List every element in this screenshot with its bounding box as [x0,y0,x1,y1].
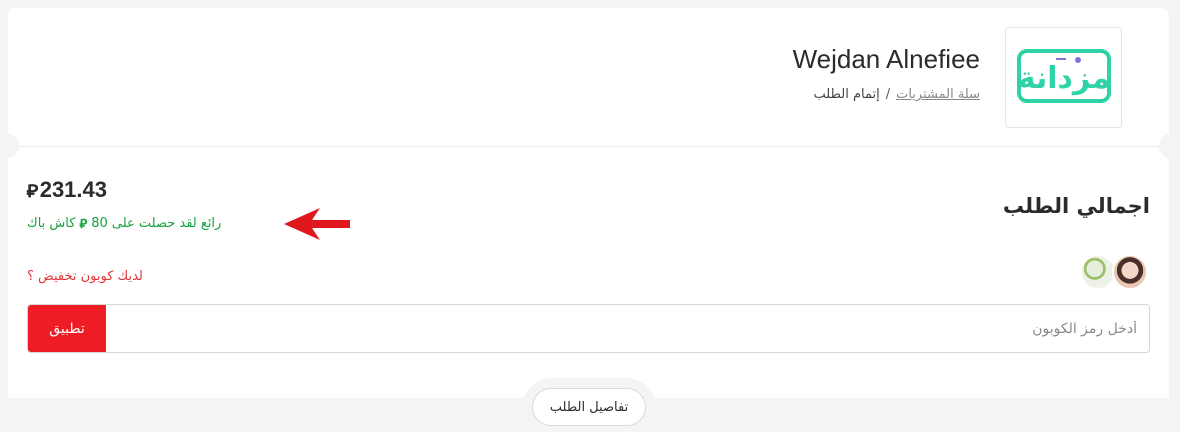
store-logo[interactable]: مزدانة [1005,27,1122,128]
breadcrumb-separator: / [885,87,891,102]
riyal-icon: ⃁ [26,180,39,201]
store-logo-image: مزدانة [1016,48,1111,103]
product-thumbnail [1112,254,1148,290]
riyal-icon-small: ⃁ [79,217,88,232]
breadcrumb-cart-link[interactable]: سلة المشتريات [896,87,980,102]
header-divider [8,146,1169,147]
order-total-amount: ⃁ 231.43 [26,177,107,203]
cashback-message: رائع لقد حصلت على 80 ⃁ كاش باك [27,215,221,232]
logo-dot [1074,56,1081,63]
coupon-input[interactable] [106,305,1149,352]
breadcrumb: سلة المشتريات / إتمام الطلب [814,87,981,102]
cashback-suffix: كاش باك [27,216,76,231]
logo-dash [1055,57,1066,60]
order-total-title: اجمالي الطلب [1002,194,1150,218]
coupon-form: تطبيق [27,304,1150,353]
arrow-left-icon [284,208,350,240]
apply-coupon-button[interactable]: تطبيق [28,305,106,352]
order-details-button[interactable]: تفاصيل الطلب [532,388,646,426]
store-name: Wejdan Alnefiee [792,44,980,74]
logo-text: مزدانة [1017,61,1109,96]
card-notch-right [1159,134,1180,158]
order-total-value: 231.43 [39,177,107,202]
product-thumbnails [1080,254,1150,294]
breadcrumb-current: إتمام الطلب [813,87,880,102]
cashback-prefix: رائع لقد حصلت على 80 [91,216,222,231]
product-thumbnail [1080,254,1116,290]
coupon-question-link[interactable]: لديك كوبون تخفيض ؟ [27,269,143,284]
